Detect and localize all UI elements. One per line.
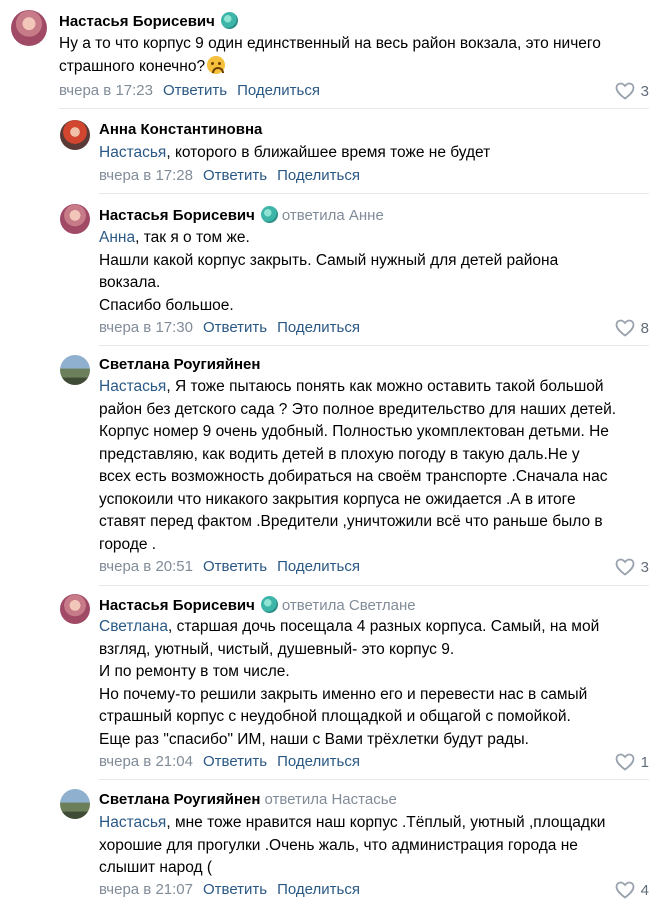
comment-meta: вчера в 17:30 Ответить Поделиться xyxy=(99,319,360,337)
comment-time[interactable]: вчера в 21:04 xyxy=(99,753,193,770)
heart-icon xyxy=(615,558,635,576)
share-button[interactable]: Поделиться xyxy=(277,558,360,575)
mention-link[interactable]: Анна xyxy=(99,229,135,246)
comment-text: Настасья, которого в ближайшее время тож… xyxy=(99,142,490,165)
comment-author: Светлана Роугияйнен ответила Настасье xyxy=(99,791,397,809)
comment-time[interactable]: вчера в 17:23 xyxy=(59,82,153,99)
avatar[interactable] xyxy=(60,120,90,150)
mention-link[interactable]: Настасья xyxy=(99,144,166,161)
share-button[interactable]: Поделиться xyxy=(237,82,320,99)
heart-icon xyxy=(615,753,635,771)
comment-text: Настасья, мне тоже нравится наш корпус .… xyxy=(99,812,605,880)
comment-meta: вчера в 17:28 Ответить Поделиться xyxy=(99,167,360,185)
share-button[interactable]: Поделиться xyxy=(277,753,360,770)
reply-button[interactable]: Ответить xyxy=(163,82,227,99)
heart-icon xyxy=(615,881,635,899)
avatar[interactable] xyxy=(11,10,47,46)
like-button[interactable]: 4 xyxy=(615,881,649,900)
share-button[interactable]: Поделиться xyxy=(277,167,360,184)
mention-link[interactable]: Настасья xyxy=(99,814,166,831)
sad-face-icon xyxy=(207,55,226,74)
reply-button[interactable]: Ответить xyxy=(203,319,267,336)
comment-author: Светлана Роугияйнен xyxy=(99,356,260,374)
like-button[interactable]: 3 xyxy=(615,82,649,101)
reply-to-label[interactable]: ответила Анне xyxy=(282,207,384,224)
comment-text-body: , мне тоже нравится наш корпус .Тёплый, … xyxy=(99,814,606,876)
comment-author: Настасья Борисевич ответила Анне xyxy=(99,206,384,225)
comment-meta: вчера в 17:23 Ответить Поделиться xyxy=(59,82,320,100)
reply-button[interactable]: Ответить xyxy=(203,753,267,770)
comment-author: Настасья Борисевич ответила Светлане xyxy=(99,596,416,615)
comment-text: Светлана, старшая дочь посещала 4 разных… xyxy=(99,616,599,751)
like-button[interactable]: 1 xyxy=(615,753,649,772)
avatar[interactable] xyxy=(60,204,90,234)
share-button[interactable]: Поделиться xyxy=(277,319,360,336)
comment-meta: вчера в 21:04 Ответить Поделиться xyxy=(99,753,360,771)
like-count: 8 xyxy=(640,320,649,337)
comment-text-body: Ну а то что корпус 9 один единственный н… xyxy=(59,35,601,75)
comment-text: Ну а то что корпус 9 один единственный н… xyxy=(59,33,601,78)
share-button[interactable]: Поделиться xyxy=(277,881,360,898)
reply-button[interactable]: Ответить xyxy=(203,881,267,898)
reply-to-label[interactable]: ответила Светлане xyxy=(282,597,416,614)
reply-button[interactable]: Ответить xyxy=(203,558,267,575)
comment-meta: вчера в 21:07 Ответить Поделиться xyxy=(99,881,360,899)
author-name[interactable]: Светлана Роугияйнен xyxy=(99,356,260,373)
divider xyxy=(99,585,649,586)
comment-text-body: , так я о том же. Нашли какой корпус зак… xyxy=(99,229,559,314)
like-count: 3 xyxy=(640,559,649,576)
comment-author: Настасья Борисевич xyxy=(59,12,238,31)
comment-text-body: , которого в ближайшее время тоже не буд… xyxy=(166,144,491,161)
comment-text-body: , старшая дочь посещала 4 разных корпуса… xyxy=(99,618,600,748)
like-button[interactable]: 3 xyxy=(615,558,649,577)
author-name[interactable]: Анна Константиновна xyxy=(99,121,262,138)
avatar[interactable] xyxy=(60,355,90,385)
divider xyxy=(99,193,649,194)
heart-icon xyxy=(615,82,635,100)
like-count: 4 xyxy=(640,882,649,899)
like-button[interactable]: 8 xyxy=(615,319,649,338)
mention-link[interactable]: Светлана xyxy=(99,618,168,635)
divider xyxy=(99,345,649,346)
author-name[interactable]: Настасья Борисевич xyxy=(99,597,255,614)
earth-icon xyxy=(260,206,278,223)
divider xyxy=(99,779,649,780)
mention-link[interactable]: Настасья xyxy=(99,378,166,395)
comment-time[interactable]: вчера в 20:51 xyxy=(99,558,193,575)
reply-to-label[interactable]: ответила Настасье xyxy=(264,791,396,808)
author-name[interactable]: Светлана Роугияйнен xyxy=(99,791,260,808)
avatar[interactable] xyxy=(60,594,90,624)
reply-button[interactable]: Ответить xyxy=(203,167,267,184)
comment-time[interactable]: вчера в 17:30 xyxy=(99,319,193,336)
author-name[interactable]: Настасья Борисевич xyxy=(59,13,215,30)
comment-author: Анна Константиновна xyxy=(99,121,262,139)
earth-icon xyxy=(220,12,238,29)
heart-icon xyxy=(615,319,635,337)
author-name[interactable]: Настасья Борисевич xyxy=(99,207,255,224)
comment-meta: вчера в 20:51 Ответить Поделиться xyxy=(99,558,360,576)
like-count: 3 xyxy=(640,83,649,100)
comment-time[interactable]: вчера в 17:28 xyxy=(99,167,193,184)
divider xyxy=(59,108,649,109)
earth-icon xyxy=(260,596,278,613)
comment-time[interactable]: вчера в 21:07 xyxy=(99,881,193,898)
like-count: 1 xyxy=(640,754,649,771)
comment-text-body: , Я тоже пытаюсь понять как можно остави… xyxy=(99,378,617,553)
comments-feed: Настасья Борисевич Ну а то что корпус 9 … xyxy=(0,0,671,905)
avatar[interactable] xyxy=(60,789,90,819)
comment-text: Анна, так я о том же. Нашли какой корпус… xyxy=(99,227,558,317)
comment-text: Настасья, Я тоже пытаюсь понять как можн… xyxy=(99,376,616,556)
